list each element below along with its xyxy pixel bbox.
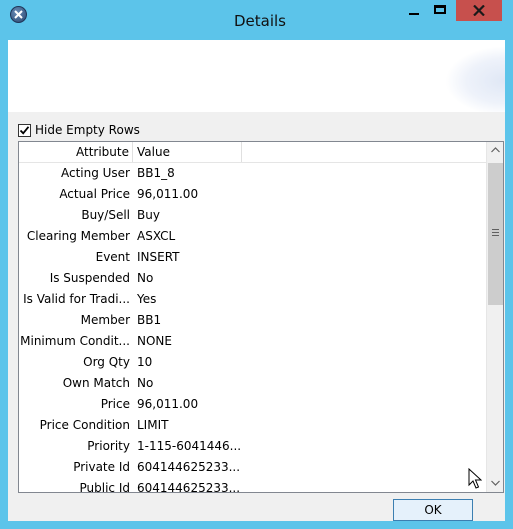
table-row[interactable]: Is Valid for Tradi... Yes <box>19 289 486 310</box>
table-row[interactable]: Priority 1-115-6041446... <box>19 436 486 457</box>
value-cell: BB1_8 <box>137 166 175 180</box>
close-icon <box>473 5 485 16</box>
attribute-cell: Acting User <box>60 166 130 180</box>
attribute-cell: Private Id <box>73 460 130 474</box>
hide-empty-rows-label[interactable]: Hide Empty Rows <box>35 123 140 137</box>
value-cell: Buy <box>137 208 160 222</box>
value-cell: No <box>137 271 154 285</box>
attribute-cell: Public Id <box>79 481 130 492</box>
value-cell: INSERT <box>137 250 180 264</box>
chevron-up-icon <box>491 147 500 153</box>
table-row[interactable]: Clearing Member ASXCL <box>19 226 486 247</box>
table-row[interactable]: Price Condition LIMIT <box>19 415 486 436</box>
attribute-cell: Own Match <box>62 376 130 390</box>
minimize-button[interactable] <box>401 0 427 21</box>
attribute-cell: Buy/Sell <box>81 208 130 222</box>
attribute-cell: Clearing Member <box>26 229 130 243</box>
value-cell: BB1 <box>137 313 162 327</box>
mouse-cursor-icon <box>468 468 482 489</box>
value-cell: NONE <box>137 334 172 348</box>
attribute-cell: Is Valid for Tradi... <box>23 292 130 306</box>
attribute-cell: Price Condition <box>39 418 130 432</box>
table-row[interactable]: Minimum Condit... NONE <box>19 331 486 352</box>
value-cell: 604144625233... <box>137 460 241 474</box>
table-row[interactable]: Is Suspended No <box>19 268 486 289</box>
column-header-attribute[interactable]: Attribute <box>19 142 133 162</box>
chevron-down-icon <box>491 480 500 486</box>
window-title: Details <box>233 12 286 30</box>
value-cell: 96,011.00 <box>137 187 199 201</box>
attribute-cell: Price <box>100 397 130 411</box>
value-cell: No <box>137 376 154 390</box>
details-grid[interactable]: Attribute Value Acting User BB1_8 Actual P… <box>18 141 504 493</box>
ok-button[interactable]: OK <box>393 499 473 521</box>
app-logo-icon[interactable] <box>10 6 27 23</box>
value-cell: Yes <box>137 292 157 306</box>
table-row[interactable]: Event INSERT <box>19 247 486 268</box>
value-cell: 10 <box>137 355 153 369</box>
attribute-cell: Actual Price <box>59 187 130 201</box>
checkmark-icon <box>19 125 30 135</box>
value-cell: ASXCL <box>137 229 176 243</box>
value-cell: 1-115-6041446... <box>137 439 242 453</box>
client-area: Hide Empty Rows Attribute Value Acting U… <box>8 40 505 521</box>
vertical-scrollbar[interactable] <box>486 142 503 492</box>
attribute-cell: Priority <box>87 439 130 453</box>
table-row[interactable]: Acting User BB1_8 <box>19 163 486 184</box>
scroll-thumb[interactable] <box>488 163 503 305</box>
grid-header: Attribute Value <box>19 142 486 163</box>
scroll-down-button[interactable] <box>487 475 503 492</box>
table-row[interactable]: Actual Price 96,011.00 <box>19 184 486 205</box>
scroll-up-button[interactable] <box>487 142 503 159</box>
column-header-value[interactable]: Value <box>134 142 242 162</box>
attribute-cell: Org Qty <box>83 355 130 369</box>
value-cell: 96,011.00 <box>137 397 199 411</box>
table-row[interactable]: Private Id 604144625233... <box>19 457 486 478</box>
attribute-cell: Minimum Condit... <box>20 334 130 348</box>
attribute-cell: Event <box>95 250 130 264</box>
hide-empty-rows-checkbox[interactable] <box>18 123 31 137</box>
table-row[interactable]: Public Id 604144625233... <box>19 478 486 492</box>
maximize-button[interactable] <box>427 0 453 21</box>
attribute-cell: Is Suspended <box>49 271 130 285</box>
table-row[interactable]: Member BB1 <box>19 310 486 331</box>
header-banner <box>8 40 505 112</box>
table-row[interactable]: Buy/Sell Buy <box>19 205 486 226</box>
grid-rows: Acting User BB1_8 Actual Price 96,011.00 Buy… <box>19 163 486 492</box>
details-window: Details Hide Empty Rows Attribute Value … <box>0 0 513 529</box>
table-row[interactable]: Price 96,011.00 <box>19 394 486 415</box>
hide-empty-rows-option[interactable]: Hide Empty Rows <box>18 122 140 138</box>
table-row[interactable]: Org Qty 10 <box>19 352 486 373</box>
value-cell: 604144625233... <box>137 481 241 492</box>
close-button[interactable] <box>456 0 502 21</box>
title-bar[interactable]: Details <box>0 0 513 40</box>
attribute-cell: Member <box>80 313 130 327</box>
value-cell: LIMIT <box>137 418 169 432</box>
table-row[interactable]: Own Match No <box>19 373 486 394</box>
